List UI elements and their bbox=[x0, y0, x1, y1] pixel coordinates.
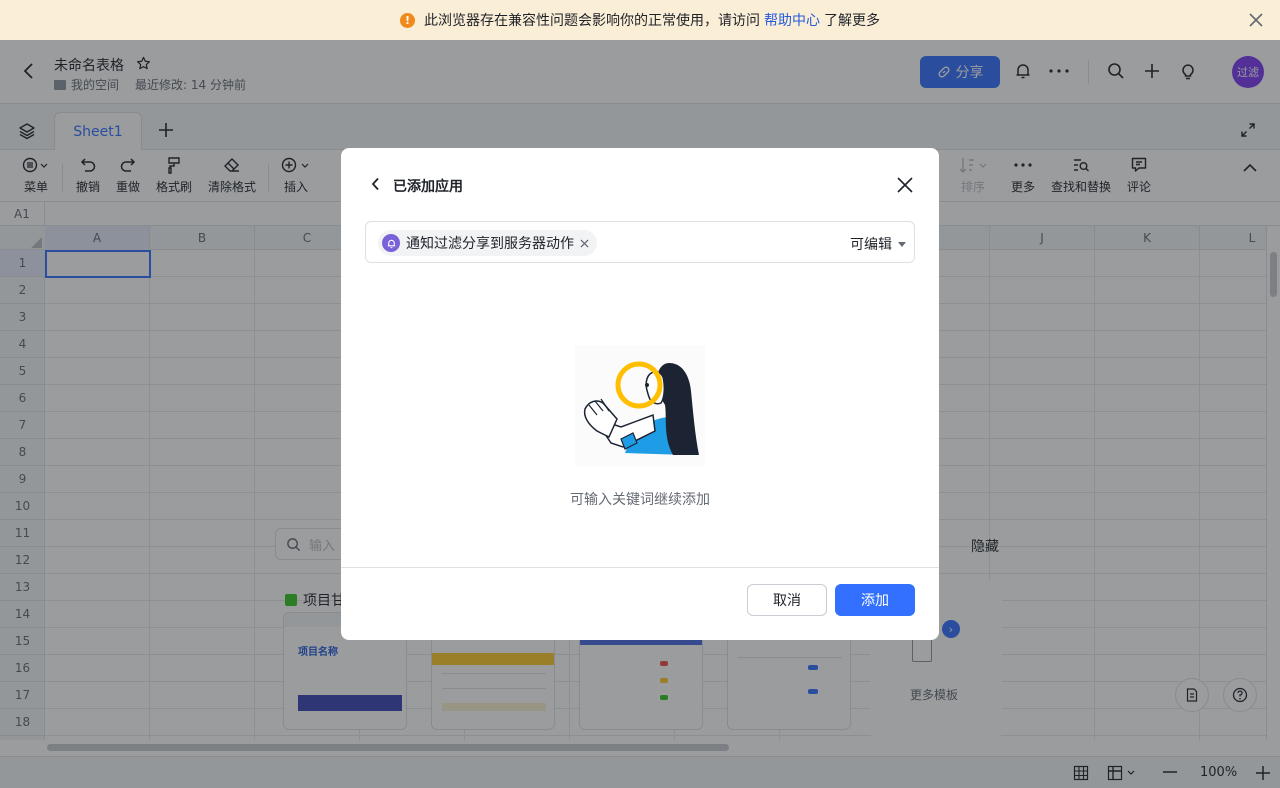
bell-icon bbox=[382, 234, 400, 252]
app-root: ! 此浏览器存在兼容性问题会影响你的正常使用，请访问 帮助中心 了解更多 未命名… bbox=[0, 0, 1280, 788]
selected-app-chip: 通知过滤分享到服务器动作 bbox=[378, 230, 597, 256]
compat-banner: ! 此浏览器存在兼容性问题会影响你的正常使用，请访问 帮助中心 了解更多 bbox=[0, 0, 1280, 40]
dialog-footer-divider bbox=[341, 567, 939, 568]
caret-down-icon bbox=[898, 241, 906, 247]
banner-text-after: 了解更多 bbox=[824, 13, 880, 29]
add-button[interactable]: 添加 bbox=[835, 584, 915, 616]
added-apps-dialog: 已添加应用 通知过滤分享到服务器动作 可编辑 可输入关键词继续添加 取消 添加 bbox=[341, 148, 939, 640]
remove-chip-icon[interactable] bbox=[580, 238, 589, 248]
cancel-button[interactable]: 取消 bbox=[747, 584, 827, 616]
search-illustration bbox=[575, 345, 705, 467]
warning-icon: ! bbox=[400, 12, 415, 28]
back-icon[interactable] bbox=[370, 177, 382, 191]
app-chip-label: 通知过滤分享到服务器动作 bbox=[406, 236, 574, 252]
dialog-title: 已添加应用 bbox=[393, 179, 463, 195]
close-icon[interactable] bbox=[896, 176, 914, 194]
help-center-link[interactable]: 帮助中心 bbox=[764, 10, 820, 30]
permission-value: 可编辑 bbox=[850, 237, 892, 253]
banner-text: 此浏览器存在兼容性问题会影响你的正常使用，请访问 bbox=[424, 13, 760, 29]
app-search-input[interactable]: 通知过滤分享到服务器动作 可编辑 bbox=[365, 221, 915, 263]
dialog-hint: 可输入关键词继续添加 bbox=[570, 492, 710, 508]
close-icon[interactable] bbox=[1248, 12, 1264, 28]
permission-select[interactable]: 可编辑 bbox=[850, 234, 906, 254]
